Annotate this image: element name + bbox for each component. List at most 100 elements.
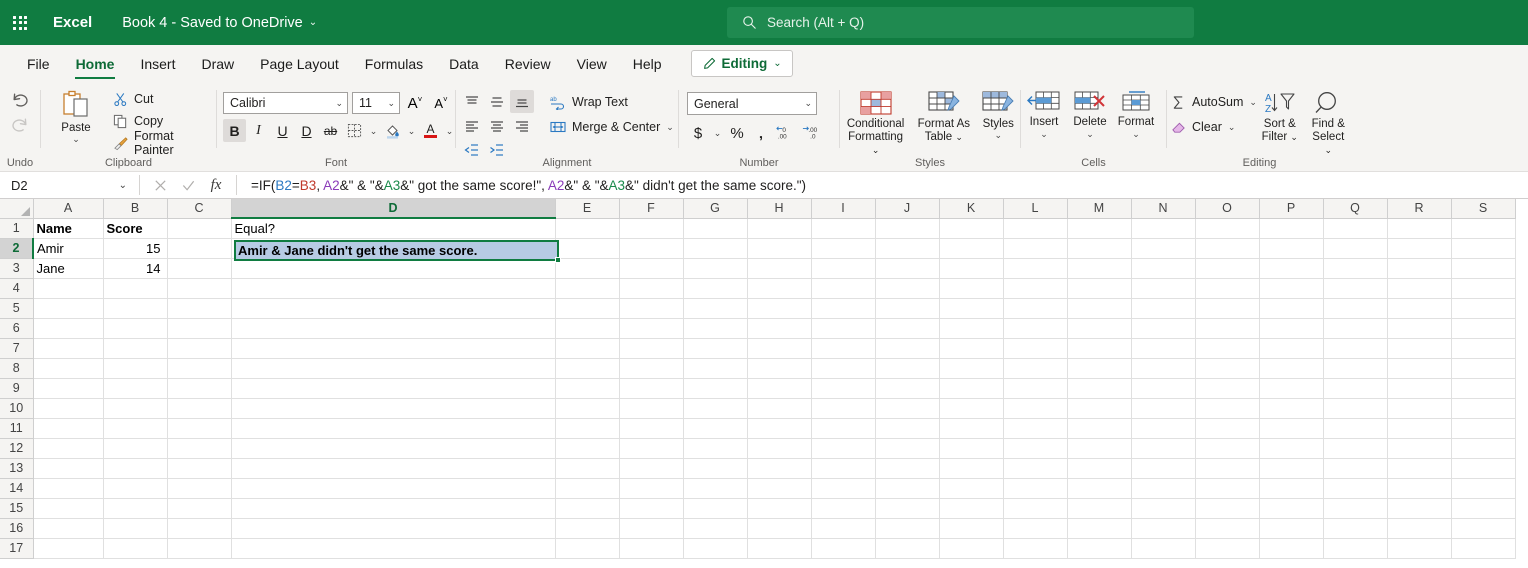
cell-K15[interactable] — [939, 498, 1004, 519]
cell-B9[interactable] — [103, 378, 168, 399]
cell-G6[interactable] — [683, 318, 748, 339]
cell-A10[interactable] — [33, 398, 104, 419]
app-launcher-icon[interactable] — [0, 0, 40, 45]
fill-handle[interactable] — [555, 257, 561, 263]
align-left-button[interactable] — [460, 114, 484, 137]
italic-button[interactable]: I — [247, 119, 270, 142]
cell-F14[interactable] — [619, 478, 684, 499]
cell-I15[interactable] — [811, 498, 876, 519]
cell-M9[interactable] — [1067, 378, 1132, 399]
cell-O5[interactable] — [1195, 298, 1260, 319]
cell-C5[interactable] — [167, 298, 232, 319]
cell-M12[interactable] — [1067, 438, 1132, 459]
cell-L14[interactable] — [1003, 478, 1068, 499]
cell-L4[interactable] — [1003, 278, 1068, 299]
select-all-corner[interactable] — [0, 199, 34, 219]
cell-D6[interactable] — [231, 318, 556, 339]
cell-N14[interactable] — [1131, 478, 1196, 499]
cell-C4[interactable] — [167, 278, 232, 299]
cell-K17[interactable] — [939, 538, 1004, 559]
cell-S7[interactable] — [1451, 338, 1516, 359]
cell-E6[interactable] — [555, 318, 620, 339]
undo-button[interactable] — [6, 88, 34, 112]
paste-button[interactable]: Paste ⌄ — [49, 88, 103, 146]
cell-D14[interactable] — [231, 478, 556, 499]
cell-B11[interactable] — [103, 418, 168, 439]
cell-E5[interactable] — [555, 298, 620, 319]
cell-B17[interactable] — [103, 538, 168, 559]
cell-Q14[interactable] — [1323, 478, 1388, 499]
font-color-button[interactable]: A — [419, 119, 442, 142]
cell-H6[interactable] — [747, 318, 812, 339]
column-header-e[interactable]: E — [555, 199, 620, 219]
cell-J1[interactable] — [875, 218, 940, 239]
cell-D13[interactable] — [231, 458, 556, 479]
search-input[interactable]: Search (Alt + Q) — [727, 7, 1194, 38]
cell-K4[interactable] — [939, 278, 1004, 299]
column-header-i[interactable]: I — [811, 199, 876, 219]
column-header-f[interactable]: F — [619, 199, 684, 219]
cell-J16[interactable] — [875, 518, 940, 539]
decrease-decimal-button[interactable]: .00.0 — [800, 121, 824, 145]
cell-G2[interactable] — [683, 238, 748, 259]
row-header-15[interactable]: 15 — [0, 498, 34, 519]
cell-A4[interactable] — [33, 278, 104, 299]
cell-S10[interactable] — [1451, 398, 1516, 419]
row-header-11[interactable]: 11 — [0, 418, 34, 439]
cell-E14[interactable] — [555, 478, 620, 499]
cell-I7[interactable] — [811, 338, 876, 359]
cell-Q10[interactable] — [1323, 398, 1388, 419]
cell-S12[interactable] — [1451, 438, 1516, 459]
cell-D2[interactable]: Amir & Jane didn't get the same score. — [231, 238, 556, 259]
percent-format-button[interactable]: % — [726, 121, 748, 145]
cell-H11[interactable] — [747, 418, 812, 439]
column-header-c[interactable]: C — [167, 199, 232, 219]
cell-D3[interactable] — [231, 258, 556, 279]
cell-G14[interactable] — [683, 478, 748, 499]
cell-J12[interactable] — [875, 438, 940, 459]
cell-O12[interactable] — [1195, 438, 1260, 459]
cell-F4[interactable] — [619, 278, 684, 299]
cell-C3[interactable] — [167, 258, 232, 279]
cell-Q4[interactable] — [1323, 278, 1388, 299]
cell-O10[interactable] — [1195, 398, 1260, 419]
cell-I8[interactable] — [811, 358, 876, 379]
cell-J17[interactable] — [875, 538, 940, 559]
cell-J3[interactable] — [875, 258, 940, 279]
cell-Q11[interactable] — [1323, 418, 1388, 439]
cell-H3[interactable] — [747, 258, 812, 279]
tab-data[interactable]: Data — [436, 45, 492, 82]
cell-G7[interactable] — [683, 338, 748, 359]
cell-C10[interactable] — [167, 398, 232, 419]
cell-S11[interactable] — [1451, 418, 1516, 439]
middle-align-button[interactable] — [485, 90, 509, 113]
cell-M4[interactable] — [1067, 278, 1132, 299]
cell-R12[interactable] — [1387, 438, 1452, 459]
cell-A14[interactable] — [33, 478, 104, 499]
cell-D17[interactable] — [231, 538, 556, 559]
cell-R7[interactable] — [1387, 338, 1452, 359]
column-header-l[interactable]: L — [1003, 199, 1068, 219]
cell-C17[interactable] — [167, 538, 232, 559]
column-header-r[interactable]: R — [1387, 199, 1452, 219]
cell-R3[interactable] — [1387, 258, 1452, 279]
cell-H15[interactable] — [747, 498, 812, 519]
cell-G3[interactable] — [683, 258, 748, 279]
row-header-6[interactable]: 6 — [0, 318, 34, 339]
cut-button[interactable]: Cut — [109, 89, 216, 109]
cell-F7[interactable] — [619, 338, 684, 359]
cell-R16[interactable] — [1387, 518, 1452, 539]
cell-H2[interactable] — [747, 238, 812, 259]
cell-D16[interactable] — [231, 518, 556, 539]
cell-R4[interactable] — [1387, 278, 1452, 299]
cell-P6[interactable] — [1259, 318, 1324, 339]
cell-Q1[interactable] — [1323, 218, 1388, 239]
cell-J5[interactable] — [875, 298, 940, 319]
cell-I9[interactable] — [811, 378, 876, 399]
cell-B6[interactable] — [103, 318, 168, 339]
cell-F12[interactable] — [619, 438, 684, 459]
find-select-button[interactable]: Find & Select ⌄ — [1305, 88, 1352, 160]
cell-N3[interactable] — [1131, 258, 1196, 279]
cell-F2[interactable] — [619, 238, 684, 259]
editing-mode-button[interactable]: Editing ⌄ — [690, 50, 793, 77]
